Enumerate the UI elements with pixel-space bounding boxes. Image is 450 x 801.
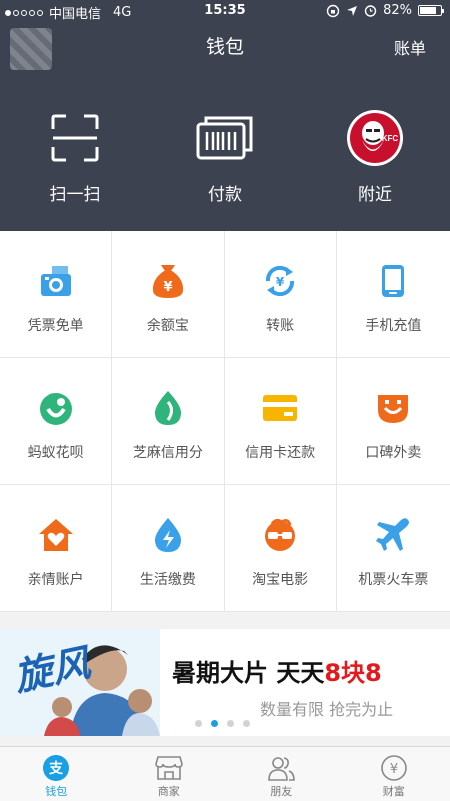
grid-label: 生活缴费 [140,569,196,589]
grid-item-transfer[interactable]: ¥ 转账 [225,231,337,357]
grid-label: 机票火车票 [358,569,428,589]
bill-button[interactable]: 账单 [394,35,426,59]
pager-dot[interactable] [227,720,234,727]
kfc-logo: KFC [346,109,404,167]
home-heart-icon [38,518,74,552]
scan-button[interactable]: 扫一扫 [15,108,135,205]
banner-subtitle: 数量有限 抢完为止 [260,696,393,720]
battery-percent: 82% [383,3,412,18]
tab-merchants[interactable]: 商家 [113,747,226,801]
tab-label: 钱包 [45,783,67,799]
tab-label: 朋友 [270,783,292,799]
location-icon [346,5,358,17]
huabei-icon [38,390,74,426]
tab-wallet[interactable]: 支 钱包 [0,747,113,801]
rotation-lock-icon [326,4,340,18]
movie-icon [262,518,298,552]
grid-item-phone-recharge[interactable]: 手机充值 [337,231,450,357]
grid-item-credit-card[interactable]: 信用卡还款 [225,358,337,484]
plane-icon [375,517,411,553]
grid-label: 口碑外卖 [365,442,421,462]
transfer-icon: ¥ [262,263,298,299]
battery-icon [418,5,442,16]
grid-label: 手机充值 [365,315,421,335]
service-grid: 凭票免单 ¥ 余额宝 ¥ 转账 [0,231,450,612]
sesame-icon [153,390,183,426]
takeout-icon [376,392,410,424]
svg-text:¥: ¥ [390,762,398,777]
banner-pager[interactable] [195,720,250,727]
utility-drop-icon [153,517,183,553]
banner-title-highlight: 8块8 [324,659,381,687]
grid-item-flight-train[interactable]: 机票火车票 [337,485,450,611]
tab-bar: 支 钱包 商家 朋友 ¥ 财富 [0,746,450,801]
grid-item-utility-payment[interactable]: 生活缴费 [112,485,224,611]
grid-label: 亲情账户 [28,569,84,589]
tab-friends[interactable]: 朋友 [225,747,338,801]
svg-text:KFC: KFC [382,134,399,143]
pager-dot[interactable] [195,720,202,727]
wallet-header: 中国电信 4G 15:35 82% 钱包 账单 扫一扫 [0,0,450,231]
grid-label: 转账 [266,315,294,335]
grid-item-taobao-movie[interactable]: 淘宝电影 [225,485,337,611]
svg-text:¥: ¥ [276,275,285,289]
svg-text:¥: ¥ [163,280,172,295]
pay-label: 付款 [165,180,285,205]
banner-title: 暑期大片 天天8块8 [172,653,382,688]
grid-label: 凭票免单 [28,315,84,335]
grid-label: 蚂蚁花呗 [28,442,84,462]
barcode-icon [196,114,254,162]
store-icon [155,755,183,781]
tab-wealth[interactable]: ¥ 财富 [338,747,450,801]
ticket-camera-icon [38,264,74,298]
grid-item-sesame-credit[interactable]: 芝麻信用分 [112,358,224,484]
grid-item-family-account[interactable]: 亲情账户 [0,485,112,611]
phone-icon [381,264,405,298]
grid-item-takeout[interactable]: 口碑外卖 [337,358,450,484]
page-title: 钱包 [0,32,450,59]
tab-label: 商家 [158,783,180,799]
alarm-icon [364,4,377,17]
pay-button[interactable]: 付款 [165,108,285,205]
banner-image: 旋风 [0,629,160,736]
credit-card-icon [262,394,298,422]
pager-dot[interactable] [243,720,250,727]
grid-label: 芝麻信用分 [133,442,203,462]
scan-icon [50,113,100,163]
grid-item-yuebao[interactable]: ¥ 余额宝 [112,231,224,357]
nearby-label: 附近 [315,180,435,205]
grid-label: 余额宝 [147,315,189,335]
grid-item-huabei[interactable]: 蚂蚁花呗 [0,358,112,484]
scan-label: 扫一扫 [15,180,135,205]
pager-dot-active[interactable] [211,720,218,727]
grid-label: 信用卡还款 [245,442,315,462]
grid-label: 淘宝电影 [252,569,308,589]
tab-label: 财富 [383,783,405,799]
grid-item-receipt-free[interactable]: 凭票免单 [0,231,112,357]
svg-text:支: 支 [48,760,64,777]
yen-icon: ¥ [380,754,408,782]
zhi-icon: 支 [42,754,70,782]
navigation-bar: 钱包 账单 [0,22,450,70]
friends-icon [267,755,295,781]
money-bag-icon: ¥ [151,263,185,299]
nearby-button[interactable]: KFC 附近 [315,108,435,205]
status-bar: 中国电信 4G 15:35 82% [0,0,450,22]
